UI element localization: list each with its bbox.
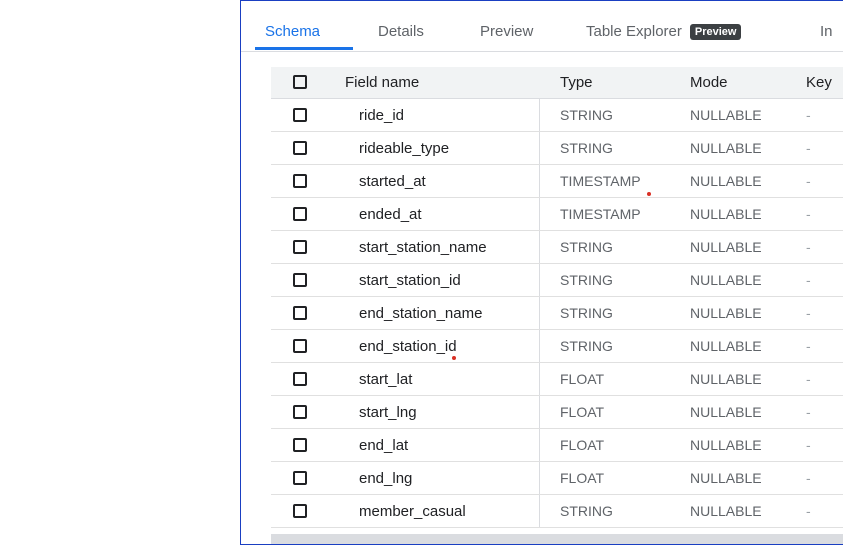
tab-table-explorer[interactable]: Table Explorer Preview	[586, 23, 742, 40]
active-tab-indicator	[255, 47, 353, 50]
table-header-row: Field name Type Mode Key	[271, 67, 843, 99]
field-name: ended_at	[359, 206, 422, 223]
field-key: -	[806, 371, 811, 387]
field-name: ride_id	[359, 107, 405, 124]
field-mode: NULLABLE	[690, 470, 762, 486]
field-type: FLOAT	[560, 371, 605, 387]
tab-bar: Schema Details Preview Table Explorer Pre…	[241, 1, 843, 52]
table-row[interactable]: started_at TIMESTAMP NULLABLE -	[271, 165, 843, 198]
tab-preview[interactable]: Preview	[480, 23, 533, 40]
field-type: STRING	[560, 107, 613, 123]
table-row[interactable]: end_lng FLOAT NULLABLE -	[271, 462, 843, 495]
field-type: STRING	[560, 305, 613, 321]
field-key: -	[806, 239, 811, 255]
row-checkbox[interactable]	[293, 108, 307, 122]
header-key[interactable]: Key	[806, 67, 832, 99]
tab-schema[interactable]: Schema	[265, 23, 320, 40]
row-checkbox[interactable]	[293, 438, 307, 452]
row-checkbox[interactable]	[293, 372, 307, 386]
field-mode: NULLABLE	[690, 371, 762, 387]
table-row[interactable]: end_station_id STRING NULLABLE -	[271, 330, 843, 363]
row-checkbox[interactable]	[293, 339, 307, 353]
field-key: -	[806, 173, 811, 189]
row-checkbox[interactable]	[293, 174, 307, 188]
table-panel: Schema Details Preview Table Explorer Pre…	[240, 0, 843, 545]
select-all-checkbox[interactable]	[293, 75, 307, 89]
field-mode: NULLABLE	[690, 206, 762, 222]
header-type[interactable]: Type	[560, 67, 593, 99]
field-type: FLOAT	[560, 437, 605, 453]
table-row[interactable]: start_lng FLOAT NULLABLE -	[271, 396, 843, 429]
tab-table-explorer-label: Table Explorer	[586, 23, 682, 40]
field-name: end_station_id	[359, 338, 457, 355]
field-key: -	[806, 107, 811, 123]
field-type: FLOAT	[560, 404, 605, 420]
field-key: -	[806, 272, 811, 288]
marker-dot	[452, 356, 456, 360]
row-checkbox[interactable]	[293, 141, 307, 155]
row-checkbox[interactable]	[293, 306, 307, 320]
field-key: -	[806, 437, 811, 453]
field-key: -	[806, 338, 811, 354]
row-checkbox[interactable]	[293, 240, 307, 254]
field-name: end_lng	[359, 470, 413, 487]
table-row[interactable]: ended_at TIMESTAMP NULLABLE -	[271, 198, 843, 231]
table-row[interactable]: member_casual STRING NULLABLE -	[271, 495, 843, 528]
table-row[interactable]: rideable_type STRING NULLABLE -	[271, 132, 843, 165]
field-name: start_station_name	[359, 239, 487, 256]
field-name: rideable_type	[359, 140, 450, 157]
field-mode: NULLABLE	[690, 272, 762, 288]
table-row[interactable]: start_lat FLOAT NULLABLE -	[271, 363, 843, 396]
field-name: start_lat	[359, 371, 413, 388]
field-type: STRING	[560, 503, 613, 519]
field-key: -	[806, 140, 811, 156]
field-mode: NULLABLE	[690, 305, 762, 321]
field-mode: NULLABLE	[690, 437, 762, 453]
table-row[interactable]: end_station_name STRING NULLABLE -	[271, 297, 843, 330]
row-checkbox[interactable]	[293, 405, 307, 419]
field-key: -	[806, 470, 811, 486]
field-name: member_casual	[359, 503, 466, 520]
row-checkbox[interactable]	[293, 207, 307, 221]
field-name: started_at	[359, 173, 426, 190]
header-mode[interactable]: Mode	[690, 67, 728, 99]
field-type: TIMESTAMP	[560, 173, 641, 189]
table-row[interactable]: end_lat FLOAT NULLABLE -	[271, 429, 843, 462]
header-field-name[interactable]: Field name	[345, 67, 419, 99]
field-mode: NULLABLE	[690, 239, 762, 255]
horizontal-scrollbar[interactable]	[271, 534, 843, 544]
field-name: end_lat	[359, 437, 409, 454]
table-row[interactable]: start_station_id STRING NULLABLE -	[271, 264, 843, 297]
field-mode: NULLABLE	[690, 404, 762, 420]
field-name: start_station_id	[359, 272, 461, 289]
field-name: start_lng	[359, 404, 417, 421]
marker-dot	[647, 192, 651, 196]
preview-badge: Preview	[689, 24, 742, 40]
field-mode: NULLABLE	[690, 173, 762, 189]
field-type: TIMESTAMP	[560, 206, 641, 222]
row-checkbox[interactable]	[293, 504, 307, 518]
field-mode: NULLABLE	[690, 338, 762, 354]
field-mode: NULLABLE	[690, 140, 762, 156]
table-row[interactable]: start_station_name STRING NULLABLE -	[271, 231, 843, 264]
field-key: -	[806, 404, 811, 420]
tab-details[interactable]: Details	[378, 23, 424, 40]
field-mode: NULLABLE	[690, 107, 762, 123]
field-type: STRING	[560, 239, 613, 255]
field-key: -	[806, 206, 811, 222]
table-row[interactable]: ride_id STRING NULLABLE -	[271, 99, 843, 132]
tab-truncated[interactable]: In	[820, 23, 833, 40]
row-checkbox[interactable]	[293, 471, 307, 485]
field-name: end_station_name	[359, 305, 483, 322]
field-mode: NULLABLE	[690, 503, 762, 519]
schema-grid: Field name Type Mode Key ride_id STRING …	[271, 67, 843, 528]
field-key: -	[806, 503, 811, 519]
field-type: STRING	[560, 140, 613, 156]
field-type: FLOAT	[560, 470, 605, 486]
field-type: STRING	[560, 338, 613, 354]
field-key: -	[806, 305, 811, 321]
row-checkbox[interactable]	[293, 273, 307, 287]
field-type: STRING	[560, 272, 613, 288]
